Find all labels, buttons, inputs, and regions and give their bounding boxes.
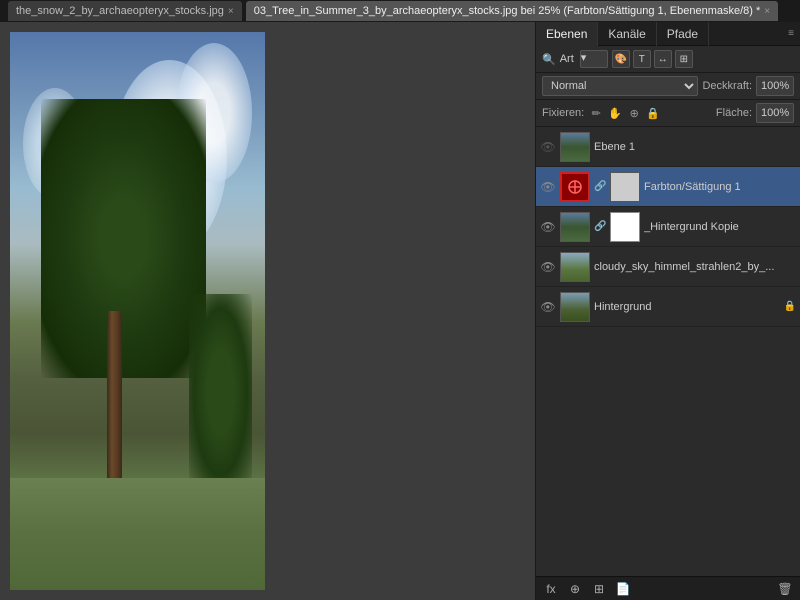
layer-lock-hintergrund: 🔒: [784, 301, 796, 312]
filter-text-btn[interactable]: T: [633, 50, 651, 68]
tab-snow-label: the_snow_2_by_archaeopteryx_stocks.jpg: [16, 5, 224, 17]
tree-trunk: [107, 311, 122, 506]
opacity-input[interactable]: [756, 76, 794, 96]
filter-shape-btn[interactable]: ↔: [654, 50, 672, 68]
fix-all-btn[interactable]: 🔒: [645, 105, 661, 121]
layer-adj-icon-farbton: [560, 172, 590, 202]
filter-icon-buttons: 🎨 T ↔ ⊞: [612, 50, 693, 68]
add-style-btn[interactable]: fx: [540, 580, 562, 598]
layer-thumb-hintergrund-kopie: [560, 212, 590, 242]
filter-search-icon: 🔍: [542, 53, 556, 66]
layer-link-farbton: 🔗: [594, 181, 604, 192]
new-group-btn[interactable]: ⊞: [588, 580, 610, 598]
add-mask-btn[interactable]: ⊕: [564, 580, 586, 598]
tree-canopy: [41, 99, 207, 378]
panel-menu-button[interactable]: ≡: [782, 28, 800, 39]
layer-name-hintergrund-kopie: _Hintergrund Kopie: [644, 221, 796, 233]
opacity-label: Deckkraft:: [702, 80, 752, 92]
layer-row-hintergrund-kopie[interactable]: 👁 🔗 _Hintergrund Kopie: [536, 207, 800, 247]
layer-name-ebene1: Ebene 1: [594, 141, 796, 153]
layer-name-hintergrund: Hintergrund: [594, 301, 780, 313]
fix-move-btn[interactable]: ✋: [607, 105, 623, 121]
fix-pos-btn[interactable]: ⊕: [626, 105, 642, 121]
tab-tree-label: 03_Tree_in_Summer_3_by_archaeopteryx_sto…: [254, 5, 761, 17]
layer-thumb-hintergrund: [560, 292, 590, 322]
layer-thumb-cloudy: [560, 252, 590, 282]
tab-ebenen-label: Ebenen: [546, 27, 587, 41]
ground: [10, 478, 265, 590]
layer-visibility-cloudy[interactable]: 👁: [540, 259, 556, 275]
blend-mode-select[interactable]: Normal Multiplizieren Abblenden: [542, 76, 698, 96]
fix-label: Fixieren:: [542, 107, 584, 119]
tree-secondary: [189, 294, 253, 489]
tab-ebenen[interactable]: Ebenen: [536, 22, 598, 46]
layer-link-hintergrund-kopie: 🔗: [594, 221, 604, 232]
layers-list: 👁 Ebene 1 👁 🔗 Farbton/Sätt: [536, 127, 800, 576]
layer-visibility-hintergrund[interactable]: 👁: [540, 299, 556, 315]
layer-visibility-ebene1[interactable]: 👁: [540, 139, 556, 155]
fill-input[interactable]: [756, 103, 794, 123]
canvas-area[interactable]: [0, 22, 535, 600]
new-layer-btn[interactable]: 📄: [612, 580, 634, 598]
layer-row-ebene1[interactable]: 👁 Ebene 1: [536, 127, 800, 167]
fix-row: Fixieren: ✏ ✋ ⊕ 🔒 Fläche:: [536, 100, 800, 127]
delete-layer-btn[interactable]: 🗑: [774, 580, 796, 598]
layers-panel: Ebenen Kanäle Pfade ≡ 🔍 Art ▾ 🎨 T ↔ ⊞: [535, 22, 800, 600]
filter-smart-btn[interactable]: ⊞: [675, 50, 693, 68]
canvas-scene: [10, 32, 265, 590]
tab-tree-close[interactable]: ×: [764, 6, 770, 17]
tab-pfade-label: Pfade: [667, 27, 698, 41]
layer-row-farbton[interactable]: 👁 🔗 Farbton/Sättigung 1: [536, 167, 800, 207]
tab-snow-close[interactable]: ×: [228, 6, 234, 17]
layer-thumb-ebene1: [560, 132, 590, 162]
main-layout: Ebenen Kanäle Pfade ≡ 🔍 Art ▾ 🎨 T ↔ ⊞: [0, 22, 800, 600]
filter-pixel-btn[interactable]: 🎨: [612, 50, 630, 68]
layer-row-cloudy[interactable]: 👁 cloudy_sky_himmel_strahlen2_by_...: [536, 247, 800, 287]
layer-name-cloudy: cloudy_sky_himmel_strahlen2_by_...: [594, 261, 796, 273]
filter-type-dropdown[interactable]: ▾: [580, 50, 608, 68]
fix-icons: ✏ ✋ ⊕ 🔒: [588, 105, 661, 121]
panel-tabs: Ebenen Kanäle Pfade ≡: [536, 22, 800, 46]
filter-bar: 🔍 Art ▾ 🎨 T ↔ ⊞: [536, 46, 800, 73]
layer-row-hintergrund[interactable]: 👁 Hintergrund 🔒: [536, 287, 800, 327]
layer-visibility-hintergrund-kopie[interactable]: 👁: [540, 219, 556, 235]
fill-label: Fläche:: [716, 107, 752, 119]
layer-mask-farbton: [610, 172, 640, 202]
tab-snow[interactable]: the_snow_2_by_archaeopteryx_stocks.jpg ×: [8, 1, 242, 21]
tab-kanaele-label: Kanäle: [608, 27, 645, 41]
canvas-image: [10, 32, 265, 590]
filter-art-label: Art: [560, 53, 574, 65]
tab-tree[interactable]: 03_Tree_in_Summer_3_by_archaeopteryx_sto…: [246, 1, 778, 21]
title-bar: the_snow_2_by_archaeopteryx_stocks.jpg ×…: [0, 0, 800, 22]
fix-draw-btn[interactable]: ✏: [588, 105, 604, 121]
bottom-toolbar: fx ⊕ ⊞ 📄 🗑: [536, 576, 800, 600]
layer-visibility-farbton[interactable]: 👁: [540, 179, 556, 195]
tab-pfade[interactable]: Pfade: [657, 22, 709, 46]
tab-kanaele[interactable]: Kanäle: [598, 22, 656, 46]
layer-name-farbton: Farbton/Sättigung 1: [644, 181, 796, 193]
layer-mask-hintergrund-kopie: [610, 212, 640, 242]
blend-mode-row: Normal Multiplizieren Abblenden Deckkraf…: [536, 73, 800, 100]
